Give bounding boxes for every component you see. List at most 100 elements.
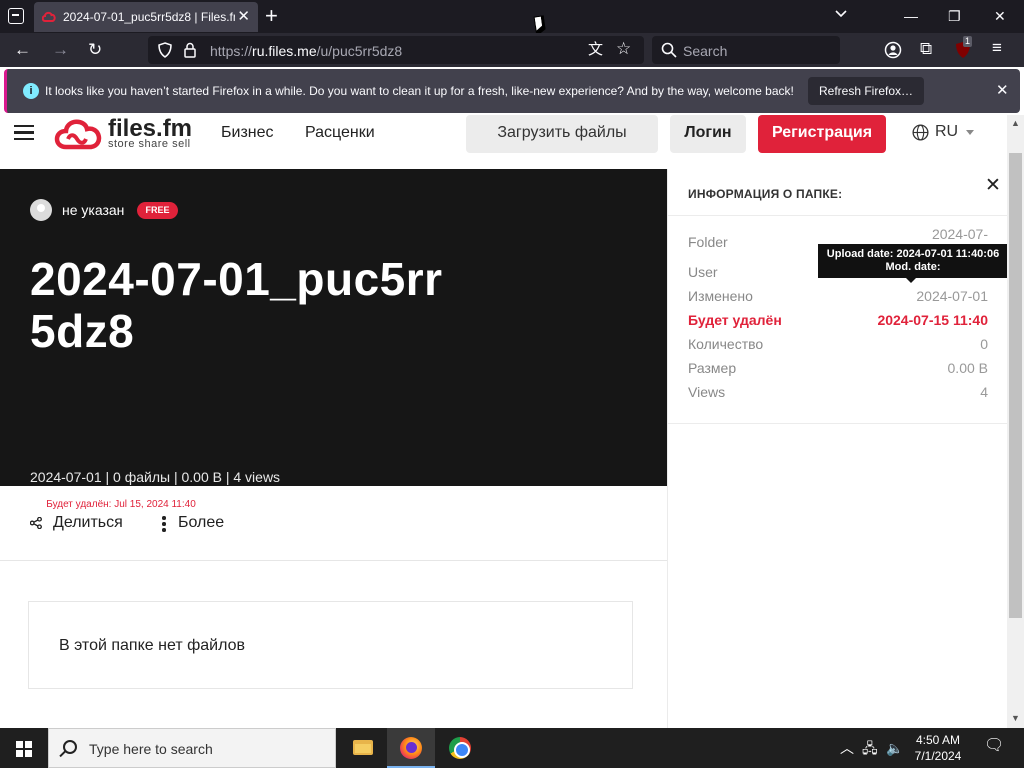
list-tabs-chevron-icon[interactable] [834, 6, 848, 26]
plan-badge: FREE [137, 202, 178, 219]
info-divider-bottom [668, 423, 1007, 424]
network-icon[interactable]: 🖧 [862, 739, 878, 757]
padlock-icon[interactable] [183, 42, 197, 58]
restore-window-icon[interactable]: ❐ [948, 6, 961, 26]
app-menu-hamburger-icon[interactable]: ≡ [992, 38, 1002, 58]
show-hidden-icons-chevron-icon[interactable]: ︿ [840, 739, 854, 757]
forward-arrow-icon[interactable]: → [52, 40, 69, 60]
list-all-tabs-icon[interactable] [8, 8, 24, 24]
info-row-delete-date: Будет удалён 2024-07-15 11:40 [688, 312, 988, 332]
taskbar-search-placeholder: Type here to search [89, 741, 213, 757]
info-value: 2024-07- [931, 226, 988, 242]
login-button[interactable]: Логин [670, 115, 746, 153]
logo-tagline: store share sell [108, 138, 191, 150]
upload-files-button[interactable]: Загрузить файлы [466, 115, 658, 153]
info-panel-title: ИНФОРМАЦИЯ О ПАПКЕ: [688, 187, 843, 201]
tracking-protection-shield-icon[interactable] [157, 42, 173, 58]
info-key: User [688, 264, 718, 280]
info-key: Folder [688, 234, 728, 250]
date-tooltip: Upload date: 2024-07-01 11:40:06 Mod. da… [818, 244, 1007, 283]
taskbar-chrome[interactable] [436, 728, 484, 768]
info-row-size: Размер 0.00 B [688, 360, 988, 380]
globe-icon[interactable] [912, 124, 929, 141]
new-tab-icon[interactable]: + [265, 3, 278, 29]
info-divider-top [668, 215, 1007, 216]
site-menu-hamburger-icon[interactable] [14, 125, 34, 141]
tooltip-upload-date: Upload date: 2024-07-01 11:40:06 [826, 248, 1000, 260]
taskbar-clock[interactable]: 4:50 AM 7/1/2024 [908, 732, 968, 764]
site-header: files.fm store share sell Бизнес Расценк… [0, 115, 1007, 169]
back-arrow-icon[interactable]: ← [14, 40, 31, 60]
tab-close-icon[interactable]: ✕ [237, 8, 250, 26]
register-button[interactable]: Регистрация [758, 115, 886, 153]
info-value: 2024-07-01 [916, 288, 988, 304]
tooltip-mod-date: Mod. date: [885, 261, 941, 273]
taskbar-firefox[interactable] [387, 728, 435, 768]
browser-tab-active[interactable]: 2024-07-01_puc5rr5dz8 | Files.fm ✕ [34, 2, 258, 32]
taskbar-search-icon [63, 740, 77, 754]
close-window-icon[interactable]: ✕ [994, 6, 1006, 26]
folder-stats: 2024-07-01 | 0 файлы | 0.00 B | 4 views [30, 469, 281, 485]
tab-title: 2024-07-01_puc5rr5dz8 | Files.fm [63, 10, 235, 24]
web-page: files.fm store share sell Бизнес Расценк… [0, 115, 1007, 728]
url-bar[interactable]: https://ru.files.me/u/puc5rr5dz8 文 ☆ [148, 36, 644, 64]
info-value: 4 [980, 384, 988, 400]
tab-strip: 2024-07-01_puc5rr5dz8 | Files.fm ✕ + — ❐… [0, 0, 1024, 33]
info-key: Views [688, 384, 726, 400]
folder-info-panel: ИНФОРМАЦИЯ О ПАПКЕ: ✕ Folder 2024-07- Us… [667, 169, 1007, 728]
extensions-puzzle-icon[interactable]: ⧉ [920, 39, 932, 59]
clock-time: 4:50 AM [915, 733, 961, 747]
page-scrollbar[interactable]: ▲ ▼ [1007, 115, 1024, 728]
extension-badge: 1 [963, 36, 973, 47]
files-fm-logo-icon[interactable] [52, 115, 112, 151]
windows-taskbar: Type here to search ︿ 🖧 🔈 4:50 AM 7/1/20… [0, 728, 1024, 768]
info-value: 2024-07-15 11:40 [877, 312, 988, 328]
notification-close-icon[interactable]: ✕ [996, 81, 1009, 99]
info-value: 0 [980, 336, 988, 352]
windows-start-icon[interactable] [16, 741, 32, 757]
info-row-modified: Изменено 2024-07-01 [688, 288, 988, 308]
share-button[interactable]: Делиться [53, 514, 123, 532]
info-key: Размер [688, 360, 737, 376]
firefox-icon [400, 737, 422, 759]
info-key: Изменено [688, 288, 753, 304]
account-icon[interactable] [884, 41, 902, 59]
nav-link-pricing[interactable]: Расценки [305, 124, 375, 142]
info-row-count: Количество 0 [688, 336, 988, 356]
info-row-views: Views 4 [688, 384, 988, 404]
info-key: Количество [688, 336, 764, 352]
scrollbar-thumb[interactable] [1009, 153, 1022, 618]
scroll-up-arrow-icon[interactable]: ▲ [1011, 118, 1020, 128]
ublock-shield-icon[interactable]: 1 [955, 36, 973, 59]
language-caret-icon[interactable] [966, 130, 974, 135]
bookmark-star-icon[interactable]: ☆ [616, 39, 631, 59]
translate-icon[interactable]: 文 [588, 40, 603, 60]
files-fm-favicon-icon [42, 11, 56, 22]
taskbar-file-explorer[interactable] [339, 728, 387, 768]
navigation-toolbar: ← → ↻ https://ru.files.me/u/puc5rr5dz8 文… [0, 33, 1024, 67]
info-value: 0.00 B [947, 360, 988, 376]
owner-name[interactable]: не указан [62, 202, 124, 218]
notification-center-icon[interactable]: 🗨 [984, 737, 1004, 755]
volume-muted-icon[interactable]: 🔈 [886, 739, 903, 757]
owner-avatar [30, 199, 52, 221]
search-bar-placeholder: Search [683, 43, 728, 59]
info-key: Будет удалён [688, 312, 782, 328]
folder-actions: Делиться Более [0, 486, 667, 561]
refresh-firefox-button[interactable]: Refresh Firefox… [808, 77, 924, 105]
language-selector[interactable]: RU [935, 123, 958, 141]
reload-icon[interactable]: ↻ [88, 40, 102, 60]
search-bar[interactable]: Search [652, 36, 840, 64]
nav-link-business[interactable]: Бизнес [221, 124, 274, 142]
file-explorer-icon [353, 740, 373, 755]
more-button[interactable]: Более [178, 514, 224, 532]
scroll-down-arrow-icon[interactable]: ▼ [1011, 713, 1020, 723]
share-icon[interactable] [30, 517, 42, 529]
folder-title: 2024-07-01_puc5rr5dz8 [30, 253, 443, 357]
info-panel-close-icon[interactable]: ✕ [985, 174, 1001, 197]
taskbar-search-box[interactable]: Type here to search [48, 728, 336, 768]
minimize-window-icon[interactable]: — [904, 6, 918, 26]
info-icon: i [23, 83, 39, 99]
url-text[interactable]: https://ru.files.me/u/puc5rr5dz8 [210, 43, 402, 59]
more-vertical-dots-icon[interactable] [162, 516, 166, 532]
